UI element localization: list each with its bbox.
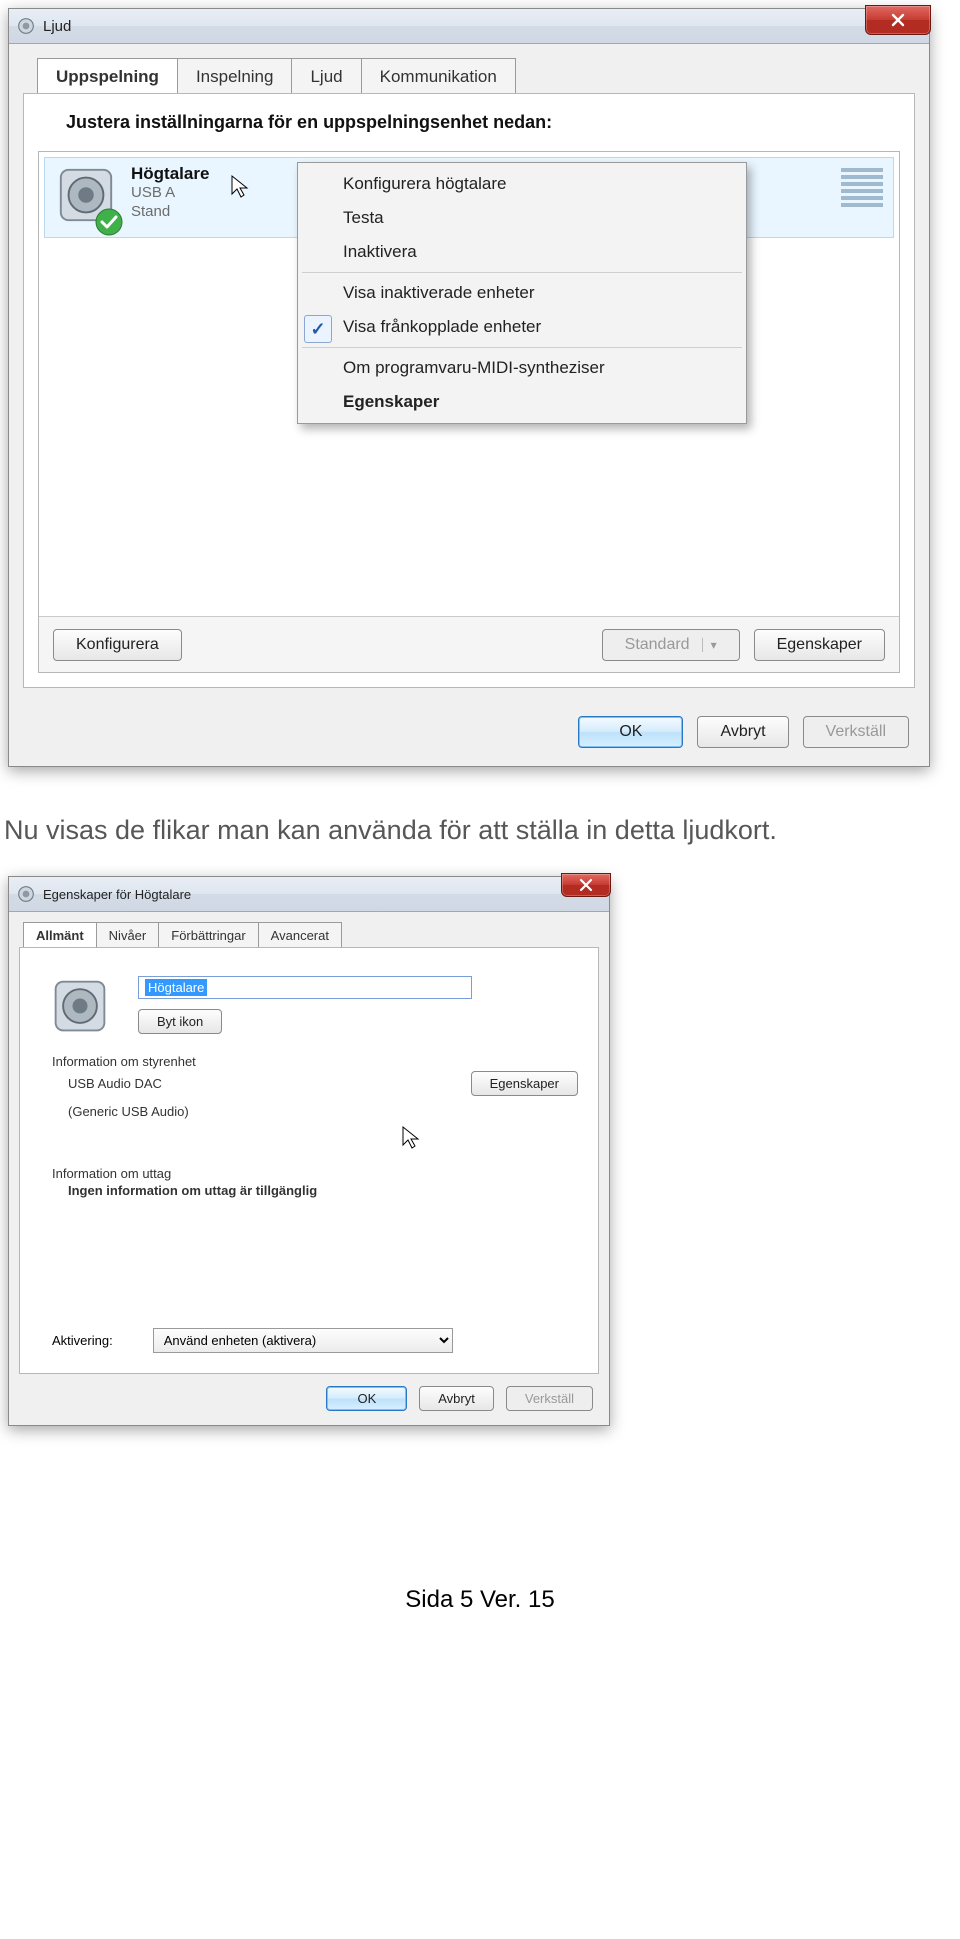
cursor-icon: [400, 1125, 424, 1149]
dialog-body: Justera inställningarna för en uppspelni…: [23, 93, 915, 688]
dialog-footer: OK Avbryt Verkställ: [9, 702, 929, 766]
device-lines: Högtalare USB A Stand: [131, 164, 209, 222]
close-button[interactable]: [561, 873, 611, 897]
activation-label: Aktivering:: [52, 1333, 113, 1348]
speaker-icon: [50, 976, 110, 1036]
speaker-sys-icon: [17, 17, 35, 35]
menu-about-midi[interactable]: Om programvaru-MIDI-syntheziser: [298, 351, 746, 385]
prompt-text: Justera inställningarna för en uppspelni…: [66, 112, 900, 133]
tab-strip: Uppspelning Inspelning Ljud Kommunikatio…: [9, 44, 929, 93]
tab-advanced[interactable]: Avancerat: [258, 922, 342, 947]
tab-general[interactable]: Allmänt: [23, 922, 97, 947]
default-check-icon: [95, 208, 123, 236]
menu-properties[interactable]: Egenskaper: [298, 385, 746, 419]
menu-show-disconnected-label: Visa frånkopplade enheter: [343, 317, 541, 336]
window-title: Egenskaper för Högtalare: [43, 887, 191, 902]
dropdown-arrow-icon: ▾: [702, 638, 717, 652]
cancel-button[interactable]: Avbryt: [697, 716, 788, 748]
menu-show-disabled[interactable]: Visa inaktiverade enheter: [298, 276, 746, 310]
dialog-footer: OK Avbryt Verkställ: [9, 1374, 609, 1425]
menu-configure-speakers[interactable]: Konfigurera högtalare: [298, 167, 746, 201]
device-list[interactable]: Högtalare USB A Stand Konfigurera högtal…: [38, 151, 900, 673]
cancel-button[interactable]: Avbryt: [419, 1386, 494, 1411]
controller-sub: (Generic USB Audio): [68, 1104, 578, 1119]
menu-show-disconnected[interactable]: ✓ Visa frånkopplade enheter: [298, 310, 746, 344]
tab-recording[interactable]: Inspelning: [177, 58, 293, 93]
apply-button[interactable]: Verkställ: [506, 1386, 593, 1411]
device-status: Stand: [131, 203, 209, 222]
tab-sounds[interactable]: Ljud: [291, 58, 361, 93]
device-icon-wrap: [55, 164, 117, 231]
level-meter-icon: [841, 164, 883, 207]
controller-properties-button[interactable]: Egenskaper: [471, 1071, 578, 1096]
device-context-menu: Konfigurera högtalare Testa Inaktivera V…: [297, 162, 747, 424]
set-default-label: Standard: [625, 636, 690, 654]
tab-communication[interactable]: Kommunikation: [361, 58, 516, 93]
device-name-input[interactable]: Högtalare: [138, 976, 472, 999]
window-title: Ljud: [43, 18, 71, 35]
controller-heading: Information om styrenhet: [52, 1054, 578, 1069]
apply-button[interactable]: Verkställ: [803, 716, 909, 748]
device-list-toolbar: Konfigurera Standard ▾ Egenskaper: [39, 616, 899, 673]
tab-enhancements[interactable]: Förbättringar: [158, 922, 258, 947]
titlebar[interactable]: Ljud: [9, 9, 929, 44]
page-footer: Sida 5 Ver. 15: [0, 1586, 960, 1614]
properties-button[interactable]: Egenskaper: [754, 629, 885, 661]
sound-dialog: Ljud Uppspelning Inspelning Ljud Kommuni…: [8, 8, 930, 767]
speaker-properties-dialog: Egenskaper för Högtalare Allmänt Nivåer …: [8, 876, 610, 1426]
change-icon-button[interactable]: Byt ikon: [138, 1009, 222, 1034]
ok-button[interactable]: OK: [578, 716, 683, 748]
check-icon: ✓: [304, 315, 332, 343]
device-name: Högtalare: [131, 164, 209, 184]
configure-button[interactable]: Konfigurera: [53, 629, 182, 661]
dialog-body: Högtalare Byt ikon Information om styren…: [19, 947, 599, 1374]
device-driver: USB A: [131, 184, 209, 203]
ok-button[interactable]: OK: [326, 1386, 407, 1411]
speaker-sys-icon: [17, 885, 35, 903]
menu-test[interactable]: Testa: [298, 201, 746, 235]
set-default-button[interactable]: Standard ▾: [602, 629, 740, 661]
tab-strip: Allmänt Nivåer Förbättringar Avancerat: [9, 912, 609, 947]
jack-text: Ingen information om uttag är tillgängli…: [68, 1183, 578, 1198]
tab-playback[interactable]: Uppspelning: [37, 58, 178, 93]
menu-disable[interactable]: Inaktivera: [298, 235, 746, 269]
tab-levels[interactable]: Nivåer: [96, 922, 160, 947]
caption-text: Nu visas de flikar man kan använda för a…: [4, 815, 956, 846]
close-button[interactable]: [865, 5, 931, 35]
controller-name: USB Audio DAC: [68, 1076, 162, 1091]
device-name-value: Högtalare: [145, 979, 207, 996]
titlebar[interactable]: Egenskaper för Högtalare: [9, 877, 609, 912]
activation-select[interactable]: Använd enheten (aktivera): [153, 1328, 453, 1353]
jack-heading: Information om uttag: [52, 1166, 578, 1181]
